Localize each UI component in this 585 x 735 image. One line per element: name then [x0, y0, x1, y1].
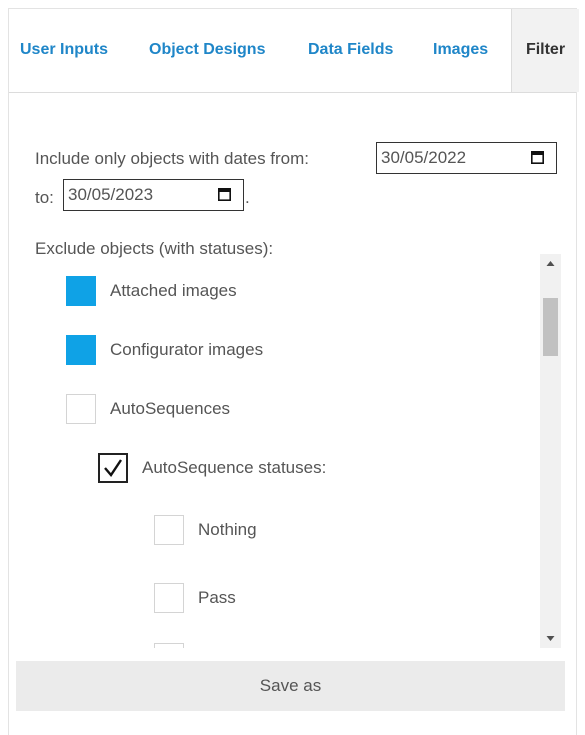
list-item[interactable]: Pass [154, 583, 236, 613]
calendar-icon[interactable] [218, 188, 231, 201]
list-item-label: Pass [198, 588, 236, 607]
list-item[interactable]: Configurator images [66, 335, 263, 365]
checkmark-icon [104, 459, 122, 477]
scroll-down-arrow-icon[interactable] [540, 630, 561, 648]
save-as-button[interactable]: Save as [16, 661, 565, 711]
scroll-up-arrow-icon[interactable] [540, 254, 561, 272]
list-item-label: Attached images [110, 281, 237, 300]
tab-user-inputs[interactable]: User Inputs [20, 9, 108, 91]
tab-filter[interactable]: Filter [511, 9, 579, 92]
list-item[interactable]: AutoSequences [66, 394, 230, 424]
checkbox-nothing[interactable] [154, 515, 184, 545]
checkbox-pass[interactable] [154, 583, 184, 613]
list-item[interactable]: Nothing [154, 515, 257, 545]
checkbox-autosequence-statuses[interactable] [98, 453, 128, 483]
tab-object-designs[interactable]: Object Designs [149, 9, 265, 91]
tab-images[interactable]: Images [433, 9, 488, 91]
date-from-value: 30/05/2022 [381, 148, 467, 167]
checkbox-configurator-images[interactable] [66, 335, 96, 365]
date-to-input[interactable]: 30/05/2023 [63, 179, 244, 211]
tab-bar: User Inputs Object Designs Data Fields I… [9, 9, 579, 93]
date-filter-prefix: Include only objects with dates from: [35, 149, 310, 168]
date-from-input[interactable]: 30/05/2022 [376, 142, 557, 174]
list-item[interactable] [154, 643, 198, 648]
checkbox-attached-images[interactable] [66, 276, 96, 306]
calendar-icon[interactable] [531, 151, 544, 164]
list-item[interactable]: AutoSequence statuses: [98, 453, 326, 483]
list-scrollbar[interactable] [540, 254, 561, 648]
scrollbar-thumb[interactable] [543, 298, 558, 356]
status-list: Attached images Configurator images Auto… [16, 254, 562, 648]
list-item-label: AutoSequences [110, 399, 231, 418]
date-filter-suffix: . [245, 188, 250, 207]
list-item-label: AutoSequence statuses: [142, 458, 327, 477]
list-item-label: Nothing [198, 520, 257, 539]
tab-data-fields[interactable]: Data Fields [308, 9, 393, 91]
date-to-label: to: [35, 188, 54, 207]
list-item-label: Configurator images [110, 340, 264, 359]
date-to-value: 30/05/2023 [68, 185, 154, 204]
checkbox-autosequences[interactable] [66, 394, 96, 424]
list-item[interactable]: Attached images [66, 276, 237, 306]
checkbox-partial[interactable] [154, 643, 184, 648]
